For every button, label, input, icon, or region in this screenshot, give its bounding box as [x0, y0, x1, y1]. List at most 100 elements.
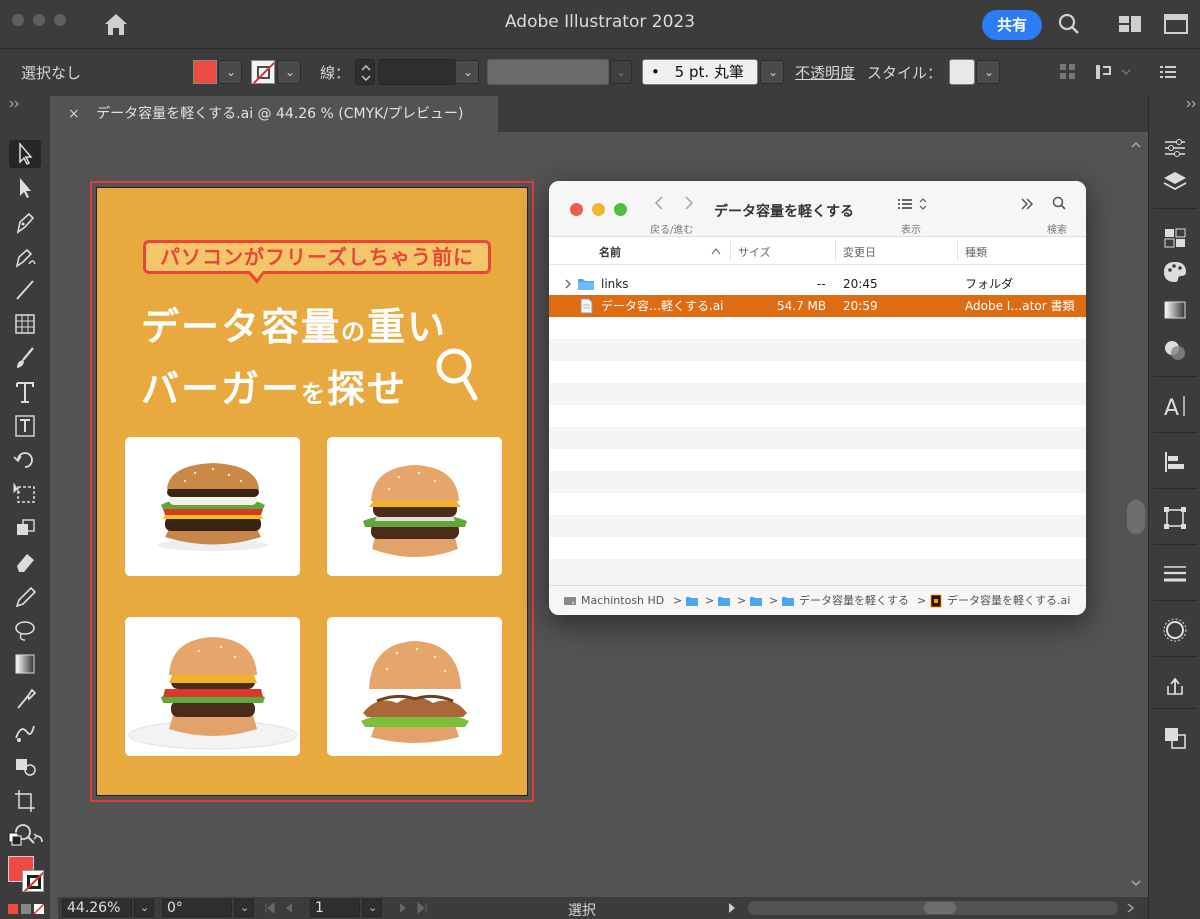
finder-minimize-button[interactable]	[592, 203, 605, 216]
scroll-right-icon[interactable]	[1124, 902, 1136, 914]
brush-dropdown[interactable]: ⌄	[760, 60, 784, 84]
blend-tool[interactable]	[9, 718, 41, 746]
finder-search-icon[interactable]	[1051, 195, 1067, 211]
finder-close-button[interactable]	[570, 203, 583, 216]
pencil-tool[interactable]	[9, 582, 41, 610]
file-row-links[interactable]: links -- 20:45 フォルダ	[549, 273, 1086, 295]
expand-panels-icon[interactable]	[1185, 100, 1199, 108]
transform-icon[interactable]	[1161, 504, 1189, 532]
file-row-ai[interactable]: データ容…軽くする.ai 54.7 MB 20:59 Adobe I…ator …	[549, 295, 1086, 317]
eraser-tool[interactable]	[9, 548, 41, 576]
scrollbar-thumb[interactable]	[1127, 500, 1145, 534]
align-icon[interactable]	[1161, 448, 1189, 476]
artboard-tool[interactable]	[9, 786, 41, 814]
user-folder-icon[interactable]	[685, 595, 699, 607]
list-view-icon[interactable]	[896, 197, 932, 211]
color-mode-icons[interactable]	[6, 902, 46, 916]
artboard-dropdown[interactable]: ⌄	[362, 899, 382, 917]
close-tab-button[interactable]: ×	[68, 106, 80, 122]
panel-toggle-icon[interactable]	[1163, 12, 1189, 36]
disclosure-triangle-icon[interactable]	[563, 279, 573, 289]
burger-photo-4[interactable]	[327, 617, 502, 756]
transparency-icon[interactable]	[1161, 336, 1189, 364]
scroll-up-icon[interactable]	[1130, 140, 1142, 150]
area-type-tool[interactable]	[9, 412, 41, 440]
style-dropdown[interactable]: ⌄	[976, 60, 1000, 84]
stroke-weight-dropdown[interactable]: ⌄	[455, 60, 479, 84]
horizontal-scrollbar-thumb[interactable]	[924, 902, 956, 914]
rotation-dropdown[interactable]: ⌄	[234, 899, 254, 917]
subfolder-icon[interactable]	[749, 595, 763, 607]
search-icon[interactable]	[1056, 12, 1082, 36]
type-tool[interactable]	[9, 378, 41, 406]
scroll-down-icon[interactable]	[1130, 878, 1142, 888]
transform-options-icon[interactable]	[1094, 62, 1134, 82]
next-last-artboard-icon[interactable]	[396, 902, 432, 914]
stroke-weight-stepper[interactable]	[355, 59, 375, 85]
rotate-tool[interactable]	[9, 446, 41, 474]
asset-export-icon[interactable]	[1161, 672, 1189, 700]
more-chevrons-icon[interactable]	[1019, 196, 1035, 212]
fill-color-swatch[interactable]	[193, 60, 217, 84]
stroke-panel-icon[interactable]	[1161, 560, 1189, 588]
burger-photo-2[interactable]	[327, 437, 502, 576]
fill-color-dropdown[interactable]: ⌄	[218, 60, 242, 84]
zoom-level-field[interactable]: 44.26%	[62, 899, 132, 917]
stroke-color-dropdown[interactable]: ⌄	[277, 60, 301, 84]
layers-icon[interactable]	[1161, 168, 1189, 196]
grid-tool[interactable]	[9, 310, 41, 338]
pen-tool[interactable]	[9, 208, 41, 236]
eyedropper-tool[interactable]	[9, 684, 41, 712]
profile-dropdown[interactable]: ⌄	[610, 60, 632, 84]
horizontal-scrollbar[interactable]	[748, 901, 1118, 915]
shape-builder-tool[interactable]	[9, 514, 41, 542]
appearance-icon[interactable]	[1161, 616, 1189, 644]
path-file[interactable]: データ容量を軽くする.ai	[947, 586, 1070, 615]
graphic-style-swatch[interactable]	[949, 59, 975, 85]
collapse-toolbar-icon[interactable]	[8, 100, 22, 108]
gradient-panel-icon[interactable]	[1161, 296, 1189, 324]
stroke-swatch[interactable]	[22, 870, 44, 892]
rotation-field[interactable]: 0°	[162, 899, 232, 917]
free-transform-tool[interactable]	[9, 480, 41, 508]
workspace-icon[interactable]	[1117, 12, 1143, 36]
zoom-dropdown[interactable]: ⌄	[134, 899, 154, 917]
path-folder[interactable]: データ容量を軽くする	[799, 586, 909, 615]
magnifier-icon[interactable]	[433, 344, 483, 406]
artboard[interactable]: パソコンがフリーズしちゃう前に データ容量の重い バーガーを探せ	[96, 187, 528, 796]
stroke-weight-input[interactable]	[378, 59, 456, 85]
brush-definition-field[interactable]: • 5 pt. 丸筆	[642, 59, 758, 85]
gradient-tool[interactable]	[9, 650, 41, 678]
first-previous-artboard-icon[interactable]	[264, 902, 300, 914]
burger-photo-3[interactable]	[125, 617, 300, 756]
default-colors-icon[interactable]	[6, 830, 46, 850]
properties-icon[interactable]	[1161, 134, 1189, 162]
share-button[interactable]: 共有	[982, 10, 1042, 40]
speech-bubble[interactable]: パソコンがフリーズしちゃう前に	[143, 240, 491, 274]
column-kind[interactable]: 種類	[965, 244, 987, 260]
align-grid-icon[interactable]	[1058, 62, 1078, 82]
direct-selection-tool[interactable]	[9, 174, 41, 202]
finder-zoom-button[interactable]	[614, 203, 627, 216]
documents-folder-icon[interactable]	[717, 595, 731, 607]
column-size[interactable]: サイズ	[738, 244, 771, 260]
path-disk[interactable]: Machintosh HD	[581, 586, 664, 615]
variable-width-profile[interactable]	[487, 59, 609, 85]
vertical-scrollbar[interactable]	[1124, 132, 1148, 897]
stroke-color-swatch[interactable]	[251, 60, 275, 84]
opacity-link[interactable]: 不透明度	[795, 62, 855, 83]
pathfinder-icon[interactable]	[1161, 724, 1189, 752]
artboard-number-field[interactable]: 1	[310, 899, 360, 917]
column-date[interactable]: 変更日	[843, 244, 876, 260]
selection-tool[interactable]	[9, 140, 41, 168]
swatches-icon[interactable]	[1161, 224, 1189, 252]
sort-ascending-icon[interactable]	[711, 247, 721, 255]
column-name[interactable]: 名前	[599, 244, 621, 260]
color-palette-icon[interactable]	[1161, 258, 1189, 286]
lasso-tool[interactable]	[9, 616, 41, 644]
forward-icon[interactable]	[683, 195, 695, 211]
line-tool[interactable]	[9, 276, 41, 304]
menu-list-icon[interactable]	[1158, 62, 1178, 82]
finder-window[interactable]: 戻る/進む データ容量を軽くする 表示 検索 名前 サイズ 変更日 種類 lin…	[549, 181, 1086, 615]
status-menu-arrow-icon[interactable]	[726, 902, 738, 914]
